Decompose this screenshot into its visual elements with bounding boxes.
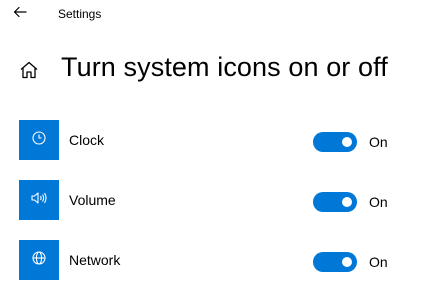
- network-toggle[interactable]: [313, 252, 357, 272]
- page-title: Turn system icons on or off: [61, 52, 388, 82]
- title-bar: Settings: [0, 0, 435, 30]
- setting-row-network: Network On: [0, 240, 435, 280]
- back-arrow-icon: [13, 5, 27, 23]
- volume-tile: [19, 180, 59, 220]
- network-tile: [19, 240, 59, 280]
- toggle-knob: [342, 257, 352, 267]
- setting-label: Network: [69, 252, 121, 268]
- clock-icon: [31, 130, 47, 151]
- setting-row-volume: Volume On: [0, 180, 435, 220]
- setting-row-clock: Clock On: [0, 120, 435, 160]
- back-button[interactable]: [8, 3, 32, 25]
- clock-tile: [19, 120, 59, 160]
- toggle-state-label: On: [369, 134, 388, 150]
- setting-label: Clock: [69, 132, 105, 148]
- window-title: Settings: [58, 7, 102, 21]
- toggle-knob: [342, 197, 352, 207]
- setting-label: Volume: [69, 192, 116, 208]
- toggle-state-label: On: [369, 254, 388, 270]
- network-icon: [31, 250, 47, 271]
- volume-toggle[interactable]: [313, 192, 357, 212]
- toggle-state-label: On: [369, 194, 388, 210]
- volume-icon: [30, 190, 48, 211]
- clock-toggle[interactable]: [313, 132, 357, 152]
- home-icon[interactable]: [18, 59, 40, 81]
- toggle-knob: [342, 137, 352, 147]
